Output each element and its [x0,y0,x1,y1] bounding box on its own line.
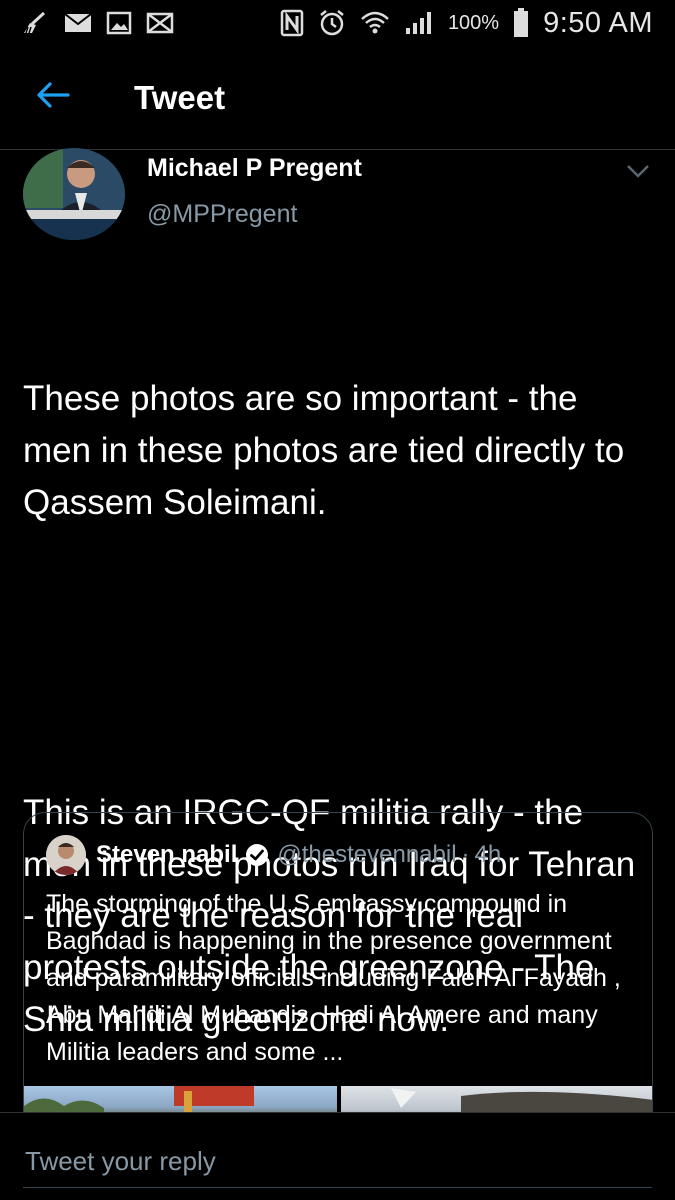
verified-badge-icon [245,843,269,867]
author-name[interactable]: Michael P Pregent [147,154,362,183]
quoted-tweet-header: Steven nabil @thestevennabil · 4h [46,835,501,875]
back-button[interactable] [20,65,86,131]
paragraph-spacer [23,632,653,684]
page-title: Tweet [134,78,226,116]
status-right-icons: 100% 9:50 AM [280,7,653,40]
alarm-icon [318,9,346,37]
reply-underline [23,1187,652,1188]
status-left-icons [20,11,174,35]
arrow-left-icon [36,81,70,114]
status-bar: 100% 9:50 AM [0,0,675,46]
mail-icon [64,12,92,34]
quoted-tweet[interactable]: Steven nabil @thestevennabil · 4h The st… [23,812,653,1132]
quoted-tweet-time: 4h [474,841,502,868]
chevron-down-icon [625,165,651,184]
quoted-author-name: Steven nabil [96,841,238,868]
signal-icon [404,10,434,36]
reply-input[interactable] [23,1141,643,1181]
quoted-author-avatar [46,835,86,875]
status-time: 9:50 AM [543,6,653,39]
top-app-bar: Tweet [0,46,675,150]
author-handle[interactable]: @MPPregent [147,200,297,229]
more-options-button[interactable] [625,162,651,180]
battery-icon [513,8,529,38]
nfc-icon [280,9,304,37]
quoted-tweet-text: The storming of the U.S embassy compound… [46,890,621,1066]
author-avatar[interactable] [23,148,125,240]
envelope-crossed-icon [146,12,174,34]
reply-bar [0,1112,675,1200]
wifi-icon [360,9,390,37]
broom-icon [20,11,50,35]
tweet-header: Michael P Pregent @MPPregent [0,148,675,248]
dot-separator: · [461,841,470,868]
tweet-paragraph: These photos are so important - the men … [23,379,634,522]
quoted-author-handle: @thestevennabil [277,841,457,868]
image-icon [106,11,132,35]
battery-percent: 100% [447,11,500,34]
